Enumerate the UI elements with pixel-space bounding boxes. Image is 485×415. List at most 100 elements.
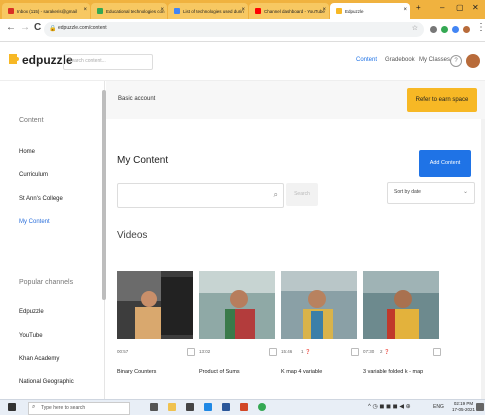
content-search-input[interactable]: ⌕ xyxy=(117,183,284,208)
chrome-icon[interactable] xyxy=(258,403,266,411)
search-button[interactable]: Search xyxy=(286,183,318,206)
sidebar-item-edpuzzle[interactable]: Edpuzzle xyxy=(19,309,44,315)
video-duration: 13:02 xyxy=(199,349,211,354)
forward-button[interactable]: → xyxy=(20,22,30,33)
refer-to-earn-button[interactable]: Refer to earn space xyxy=(407,88,477,112)
sidebar-item-national-geographic[interactable]: National Geographic xyxy=(19,379,74,385)
profile-avatar[interactable] xyxy=(463,26,470,33)
maximize-button[interactable]: ▢ xyxy=(456,3,464,12)
store-icon[interactable] xyxy=(186,403,194,411)
sidebar-scrollbar[interactable] xyxy=(102,90,106,300)
tab-label: Edpuzzle xyxy=(345,8,364,14)
powerpoint-icon[interactable] xyxy=(240,403,248,411)
close-icon[interactable]: × xyxy=(160,7,164,13)
sidebar-item-khan-academy[interactable]: Khan Academy xyxy=(19,356,59,362)
tab-list-technologies[interactable]: List of technologies used durin × xyxy=(168,3,248,19)
back-button[interactable]: ← xyxy=(6,22,16,33)
main-scrollbar[interactable] xyxy=(481,119,485,399)
url-text: edpuzzle.com/content xyxy=(58,25,107,31)
star-icon[interactable]: ☆ xyxy=(412,24,418,32)
select-checkbox[interactable] xyxy=(351,348,359,356)
windows-start-icon[interactable] xyxy=(8,403,16,411)
gmail-icon xyxy=(8,8,14,14)
sidebar: Content Home Curriculum St Ann's College… xyxy=(0,81,105,399)
reload-button[interactable]: C xyxy=(34,22,41,33)
browser-tab-bar: Inbox (115) - sarakeris@gmail × Educatio… xyxy=(0,0,485,19)
tab-label: Educational technologies con xyxy=(106,8,165,14)
file-explorer-icon[interactable] xyxy=(168,403,176,411)
tab-edpuzzle[interactable]: Edpuzzle × xyxy=(330,3,410,19)
sidebar-item-home[interactable]: Home xyxy=(19,149,35,155)
close-icon[interactable]: × xyxy=(322,7,326,13)
video-thumbnail[interactable] xyxy=(117,271,193,339)
extension-icon[interactable] xyxy=(441,26,448,33)
nav-gradebook[interactable]: Gradebook xyxy=(385,57,415,63)
nav-content[interactable]: Content xyxy=(356,57,377,63)
tab-gmail[interactable]: Inbox (115) - sarakeris@gmail × xyxy=(2,3,90,19)
video-title[interactable]: K map 4 variable xyxy=(281,369,322,375)
add-content-button[interactable]: Add Content xyxy=(419,150,471,177)
video-thumbnail[interactable] xyxy=(199,271,275,339)
extension-icon[interactable] xyxy=(452,26,459,33)
taskbar-search-input[interactable]: ⌕ Type here to search xyxy=(28,402,130,415)
edpuzzle-logo-icon xyxy=(9,54,19,64)
close-icon[interactable]: × xyxy=(403,7,407,13)
system-tray-icons[interactable]: ^ ◷ ◼ ◼ ◼ ◀ ⊕ xyxy=(368,403,411,410)
minimize-button[interactable]: – xyxy=(440,3,444,12)
address-bar: ← → C 🔒 edpuzzle.com/content ☆ ⋮ xyxy=(0,19,485,42)
doc-icon xyxy=(97,8,103,14)
close-icon[interactable]: × xyxy=(241,7,245,13)
chevron-down-icon: ⌄ xyxy=(462,189,468,195)
sidebar-heading-content: Content xyxy=(19,117,44,124)
edpuzzle-icon xyxy=(336,8,342,14)
sidebar-heading-popular-channels: Popular channels xyxy=(19,279,74,286)
language-indicator[interactable]: ENG xyxy=(433,404,444,410)
close-window-button[interactable]: ✕ xyxy=(472,3,479,12)
videos-heading: Videos xyxy=(117,230,148,241)
new-tab-button[interactable]: + xyxy=(416,3,421,12)
select-checkbox[interactable] xyxy=(269,348,277,356)
search-icon: ⌕ xyxy=(273,190,278,199)
sidebar-item-my-content[interactable]: My Content xyxy=(19,219,50,225)
video-title[interactable]: 3 variable folded k - map xyxy=(363,369,423,375)
tab-label: List of technologies used durin xyxy=(183,8,244,14)
menu-icon[interactable]: ⋮ xyxy=(476,22,485,33)
select-checkbox[interactable] xyxy=(433,348,441,356)
sort-select[interactable]: Sort by date ⌄ xyxy=(387,182,475,204)
video-duration: 00:57 xyxy=(117,349,129,354)
sidebar-item-curriculum[interactable]: Curriculum xyxy=(19,172,48,178)
tab-educational[interactable]: Educational technologies con × xyxy=(91,3,167,19)
question-count: 1 xyxy=(301,349,304,354)
video-thumbnail[interactable] xyxy=(281,271,357,339)
close-icon[interactable]: × xyxy=(83,7,87,13)
app-header: edpuzzle Search content... ⌕ Content Gra… xyxy=(0,42,485,81)
tab-label: Inbox (115) - sarakeris@gmail xyxy=(17,8,78,14)
task-view-icon[interactable] xyxy=(150,403,158,411)
word-icon[interactable] xyxy=(222,403,230,411)
search-input[interactable]: Search content... ⌕ xyxy=(63,54,153,70)
taskbar-clock[interactable]: 02:19 PM 17-05-2021 xyxy=(452,401,475,413)
youtube-icon xyxy=(255,8,261,14)
question-icon: ❓ xyxy=(305,349,311,354)
sidebar-item-st-anns-college[interactable]: St Ann's College xyxy=(19,196,63,202)
video-title[interactable]: Binary Counters xyxy=(117,369,156,375)
video-title[interactable]: Product of Sums xyxy=(199,369,240,375)
select-checkbox[interactable] xyxy=(187,348,195,356)
page-title: My Content xyxy=(117,155,169,166)
account-type: Basic account xyxy=(118,96,156,102)
notifications-icon[interactable] xyxy=(476,403,484,411)
extension-icon[interactable] xyxy=(430,26,437,33)
sort-label: Sort by date xyxy=(394,189,421,195)
search-icon: ⌕ xyxy=(32,404,36,410)
url-field[interactable]: 🔒 edpuzzle.com/content ☆ xyxy=(44,22,424,37)
video-thumbnail[interactable] xyxy=(363,271,439,339)
avatar[interactable] xyxy=(466,54,480,68)
nav-my-classes[interactable]: My Classes xyxy=(419,57,450,63)
help-icon[interactable]: ? xyxy=(450,55,462,67)
edge-icon[interactable] xyxy=(204,403,212,411)
sidebar-item-youtube[interactable]: YouTube xyxy=(19,333,43,339)
tab-youtube-dashboard[interactable]: Channel dashboard - YouTube × xyxy=(249,3,329,19)
os-taskbar: ⌕ Type here to search ^ ◷ ◼ ◼ ◼ ◀ ⊕ ENG … xyxy=(0,399,485,415)
clock-date: 17-05-2021 xyxy=(452,407,476,412)
search-icon: ⌕ xyxy=(68,56,72,63)
